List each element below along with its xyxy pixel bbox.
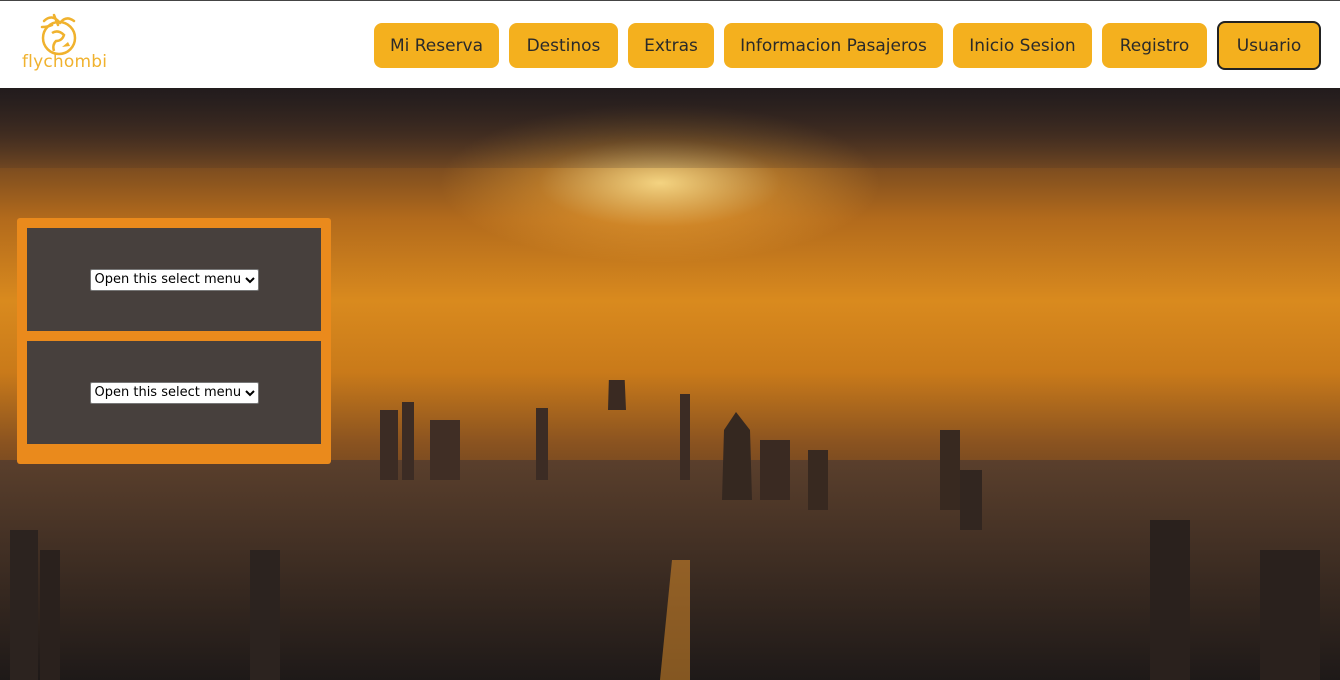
nav-usuario-button[interactable]: Usuario — [1217, 21, 1321, 70]
select-menu-1[interactable]: Open this select menu — [89, 268, 259, 291]
nav-registro-button[interactable]: Registro — [1102, 23, 1207, 68]
hero-clouds — [0, 88, 1340, 168]
select-container-2: Open this select menu — [27, 341, 321, 444]
nav-informacion-pasajeros-button[interactable]: Informacion Pasajeros — [724, 23, 943, 68]
search-panel: Open this select menu Open this select m… — [17, 218, 331, 464]
brand-name: flychombi — [22, 52, 108, 72]
nav-extras-button[interactable]: Extras — [628, 23, 714, 68]
top-header: flychombi Mi Reserva Destinos Extras Inf… — [0, 0, 1340, 88]
nav-inicio-sesion-button[interactable]: Inicio Sesion — [953, 23, 1092, 68]
nav-mi-reserva-button[interactable]: Mi Reserva — [374, 23, 499, 68]
nav-destinos-button[interactable]: Destinos — [509, 23, 618, 68]
select-menu-2[interactable]: Open this select menu — [89, 381, 259, 404]
palm-globe-logo-icon — [40, 13, 77, 56]
brand-logo[interactable]: flychombi — [20, 9, 110, 75]
select-container-1: Open this select menu — [27, 228, 321, 331]
